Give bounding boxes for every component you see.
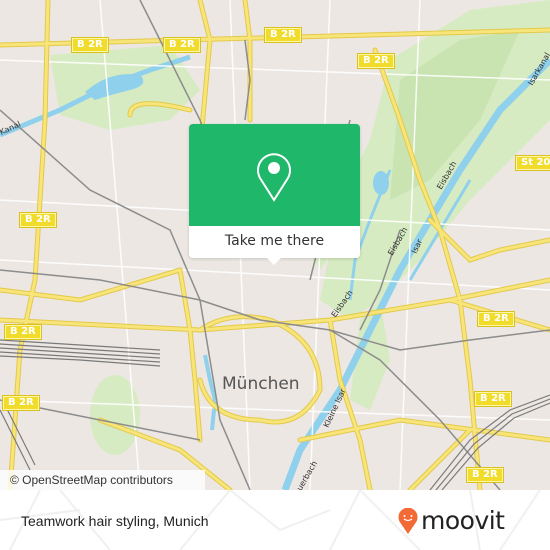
road-label-st20: St 20: [514, 155, 550, 171]
road-label-b2r: B 2R: [4, 324, 42, 340]
moovit-pin-icon: [398, 508, 418, 534]
road-label-b2r: B 2R: [474, 391, 512, 407]
location-popup: Take me there: [189, 124, 360, 265]
road-label-b2r: B 2R: [477, 311, 515, 327]
location-pin-icon: [257, 153, 291, 202]
road-label-b2r: B 2R: [2, 395, 40, 411]
road-label-b2r: B 2R: [357, 53, 395, 69]
road-label-b2r: B 2R: [264, 27, 302, 43]
moovit-wordmark: moovit: [421, 506, 505, 535]
road-label-b2r: B 2R: [71, 37, 109, 53]
road-label-b2r: B 2R: [19, 212, 57, 228]
popup-pointer: [265, 256, 283, 265]
moovit-logo[interactable]: moovit: [398, 507, 505, 535]
place-name: Teamwork hair styling, Munich: [21, 513, 209, 529]
city-label: München: [222, 374, 300, 394]
take-me-there-button[interactable]: Take me there: [189, 226, 360, 258]
road-label-b2r: B 2R: [163, 37, 201, 53]
map-view[interactable]: B 2R B 2R B 2R B 2R B 2R B 2R B 2R B 2R …: [0, 0, 550, 490]
popup-header: [189, 124, 360, 226]
road-label-b2r: B 2R: [466, 467, 504, 483]
map-attribution[interactable]: © OpenStreetMap contributors: [0, 470, 205, 490]
footer-bar: Teamwork hair styling, Munich moovit: [0, 490, 550, 550]
